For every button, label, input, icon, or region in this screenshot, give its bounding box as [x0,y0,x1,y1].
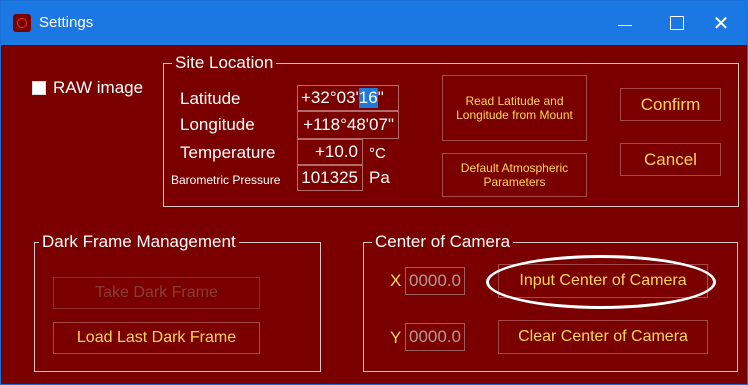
longitude-label: Longitude [180,115,255,134]
take-dark-frame-button[interactable]: Take Dark Frame [53,277,260,309]
minimize-icon [618,24,632,26]
settings-window: Settings ✕ RAW image Site Location Latit… [0,0,748,385]
raw-image-label: RAW image [53,78,144,97]
site-location-title: Site Location [172,53,277,73]
app-icon [13,14,31,32]
clear-center-of-camera-button[interactable]: Clear Center of Camera [498,320,708,354]
pressure-unit: Pa [369,168,390,187]
cancel-button[interactable]: Cancel [620,143,721,176]
center-y-field[interactable]: 0000.0 [405,323,465,351]
pressure-field[interactable]: 101325 [297,165,363,191]
dark-frame-title: Dark Frame Management [39,232,239,252]
raw-image-checkbox[interactable] [32,81,46,95]
latitude-label: Latitude [180,89,241,108]
temperature-field[interactable]: +10.0 [297,139,363,165]
window-title: Settings [39,14,94,31]
input-center-of-camera-button[interactable]: Input Center of Camera [498,264,708,298]
x-label: X [390,271,402,290]
longitude-field[interactable]: +118°48'07" [297,111,399,139]
latitude-prefix: +32°03' [301,88,359,107]
temperature-label: Temperature [180,143,276,162]
title-bar[interactable]: Settings ✕ [1,1,747,45]
read-lat-long-button[interactable]: Read Latitude and Longitude from Mount [442,75,587,141]
latitude-selected-seconds: 16 [358,88,378,108]
default-atmospheric-button[interactable]: Default Atmospheric Parameters [442,153,587,197]
temperature-unit: °C [369,145,386,162]
maximize-icon [670,16,684,30]
close-icon: ✕ [712,12,730,35]
latitude-suffix: " [377,88,384,107]
load-last-dark-frame-button[interactable]: Load Last Dark Frame [53,322,260,354]
pressure-label: Barometric Pressure [171,173,281,187]
confirm-button[interactable]: Confirm [620,88,721,121]
y-label: Y [390,328,402,347]
center-x-field[interactable]: 0000.0 [405,267,465,295]
close-button[interactable]: ✕ [695,1,747,45]
center-of-camera-title: Center of Camera [372,232,514,252]
minimize-button[interactable] [599,1,651,45]
latitude-field[interactable]: +32°03' 16 " [297,85,399,111]
